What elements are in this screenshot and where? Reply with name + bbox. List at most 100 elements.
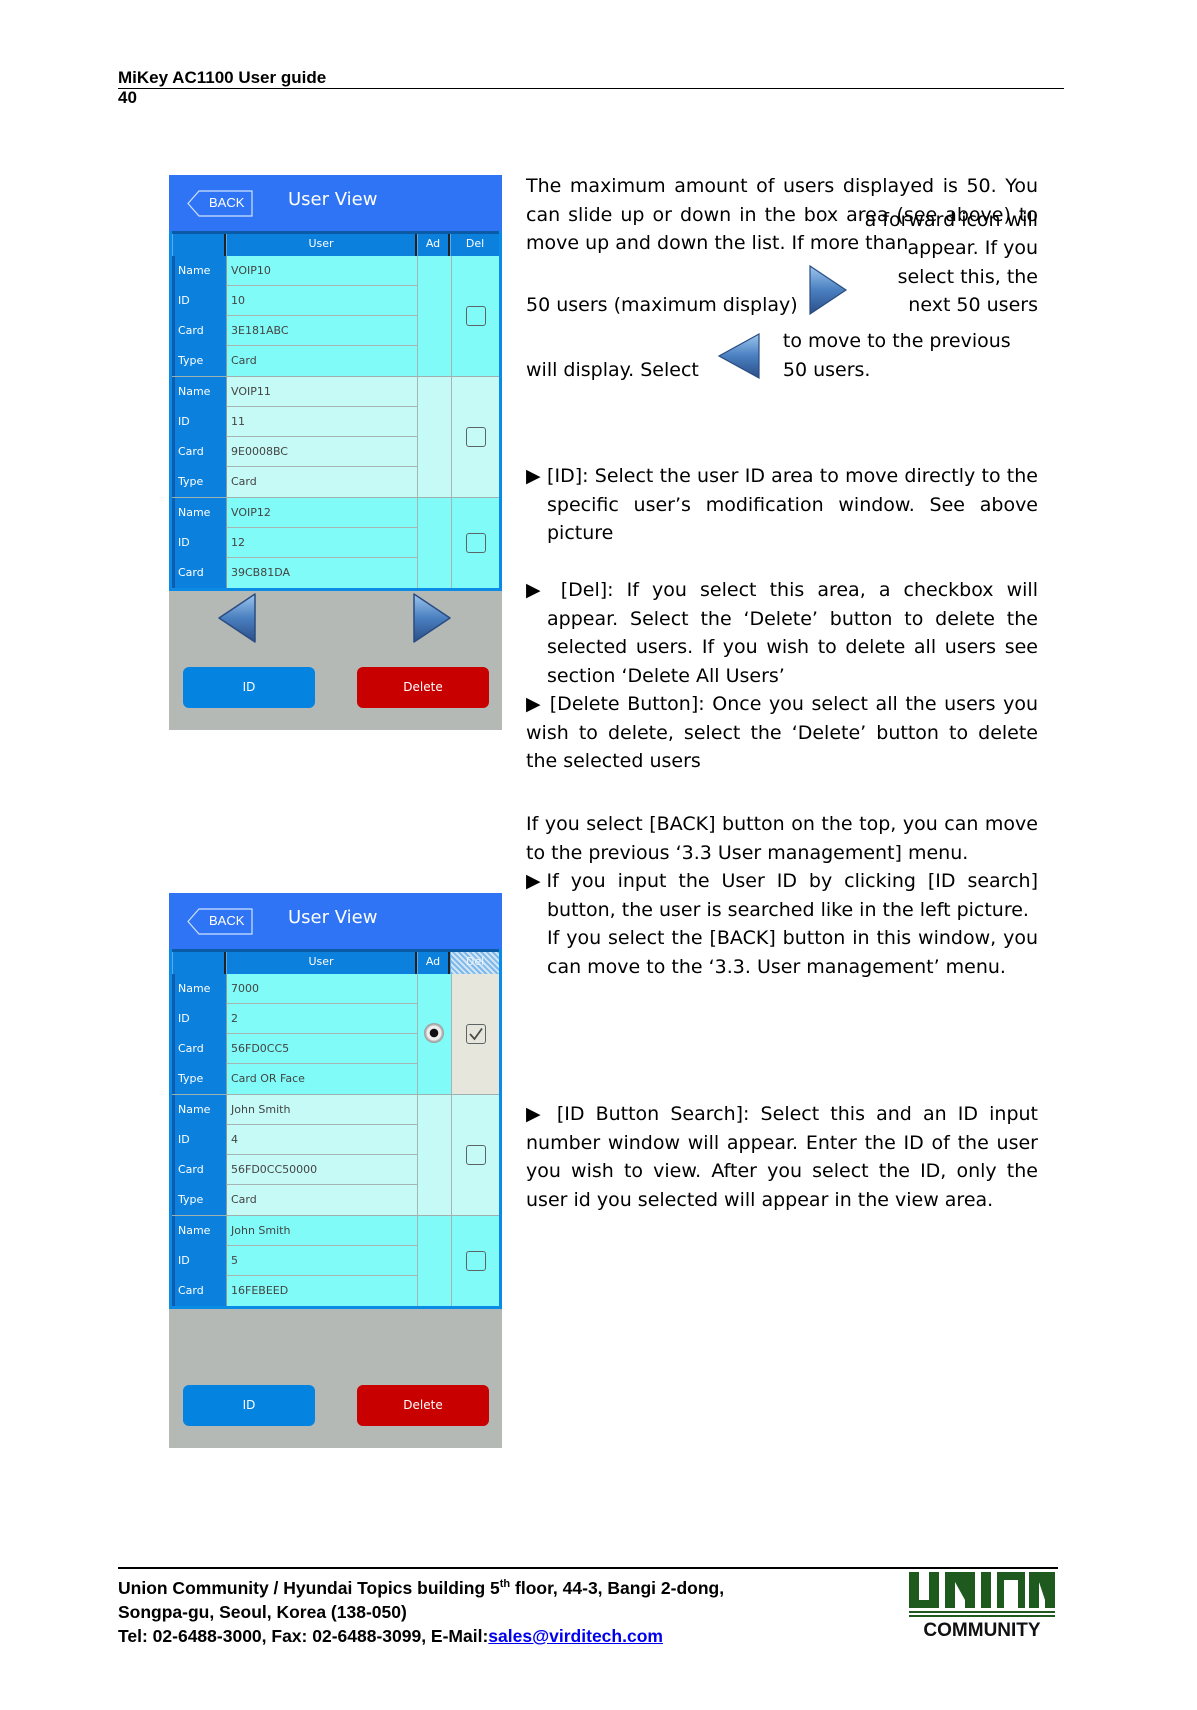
user-card: 16FEBEED: [226, 1276, 417, 1306]
back-button-label: BACK: [209, 195, 245, 210]
delete-cell[interactable]: [451, 1216, 499, 1306]
label-name: Name: [178, 264, 211, 277]
footer-text: Union Community / Hyundai Topics buildin…: [118, 1577, 500, 1598]
label-card: Card: [178, 1284, 204, 1297]
user-card: 39CB81DA: [226, 558, 417, 588]
id-search-button[interactable]: ID: [183, 1385, 315, 1426]
admin-cell: [417, 1095, 451, 1215]
field-values: VOIP11 11 9E0008BC Card: [226, 377, 417, 497]
user-type: Card: [226, 467, 417, 497]
title-bar: BACK User View: [169, 175, 502, 231]
label-id: ID: [178, 1133, 190, 1146]
delete-checkbox[interactable]: [465, 533, 486, 553]
user-record[interactable]: Name ID Card Type John Smith 4 56FD0CC50…: [172, 1095, 499, 1216]
bullet-text: ▶ [ID Button Search]: Select this and an…: [526, 1103, 1038, 1211]
label-card: Card: [178, 445, 204, 458]
delete-checkbox[interactable]: [465, 1251, 486, 1271]
delete-checkbox-checked[interactable]: [465, 1024, 486, 1044]
column-header-ad[interactable]: Ad: [417, 952, 450, 974]
column-header-blank: [172, 952, 226, 974]
table-header: User Ad Del: [172, 231, 499, 256]
field-labels: Name ID Card Type: [172, 377, 226, 497]
user-name: 7000: [226, 974, 417, 1004]
back-button[interactable]: BACK: [187, 908, 253, 935]
label-type: Type: [178, 354, 204, 367]
forward-arrow-icon[interactable]: [412, 592, 452, 644]
union-logo-icon: COMMUNITY: [909, 1572, 1055, 1641]
bullet-del: ▶ [Del]: If you select this area, a chec…: [526, 576, 1038, 776]
user-id[interactable]: 4: [226, 1125, 417, 1155]
user-type: Card: [226, 1185, 417, 1215]
back-button[interactable]: BACK: [187, 190, 253, 217]
user-record[interactable]: Name ID Card VOIP12 12 39CB81DA: [172, 498, 499, 588]
footer-line-1: Union Community / Hyundai Topics buildin…: [118, 1572, 724, 1600]
delete-cell[interactable]: [451, 256, 499, 376]
delete-checkbox[interactable]: [465, 427, 486, 447]
delete-cell[interactable]: [451, 1095, 499, 1215]
user-id[interactable]: 5: [226, 1246, 417, 1276]
title-bar: BACK User View: [169, 893, 502, 949]
field-labels: Name ID Card Type: [172, 974, 226, 1094]
admin-cell: [417, 498, 451, 588]
user-table[interactable]: User Ad Del Name ID Card Type 7000 2 56F…: [169, 949, 502, 1309]
user-name: VOIP12: [226, 498, 417, 528]
logo-community-text: COMMUNITY: [923, 1620, 1040, 1640]
column-header-user: User: [226, 952, 417, 974]
user-id[interactable]: 12: [226, 528, 417, 558]
document-title: MiKey AC1100 User guide: [118, 68, 327, 87]
paragraph-text: If you select the [BACK] button in this …: [547, 927, 1038, 978]
bullet-text: ▶ [Del]: If you select this area, a chec…: [526, 579, 1038, 687]
label-card: Card: [178, 1042, 204, 1055]
column-header-del[interactable]: Del: [450, 234, 499, 256]
footer-superscript: th: [499, 1578, 511, 1590]
user-record[interactable]: Name ID Card Type 7000 2 56FD0CC5 Card O…: [172, 974, 499, 1095]
previous-users-line: will display. Select to move to the prev…: [526, 328, 1038, 384]
user-record[interactable]: Name ID Card Type VOIP11 11 9E0008BC Car…: [172, 377, 499, 498]
user-name: John Smith: [226, 1216, 417, 1246]
back-arrow-icon: [717, 332, 760, 380]
field-values: John Smith 4 56FD0CC50000 Card: [226, 1095, 417, 1215]
user-card: 56FD0CC5: [226, 1034, 417, 1064]
delete-cell[interactable]: [451, 377, 499, 497]
column-header-del-selected[interactable]: Del: [450, 952, 499, 974]
paragraph-text: If you select [BACK] button on the top, …: [526, 813, 1038, 864]
bullet-text: ▶If you input the User ID by clicking [I…: [526, 870, 1038, 921]
user-table[interactable]: User Ad Del Name ID Card Type VOIP10 10 …: [169, 231, 502, 591]
label-card: Card: [178, 566, 204, 579]
bullet-id-search: ▶ [ID Button Search]: Select this and an…: [526, 1100, 1038, 1214]
page-number: 40: [118, 88, 137, 107]
delete-checkbox[interactable]: [465, 1145, 486, 1165]
user-id[interactable]: 10: [226, 286, 417, 316]
user-id[interactable]: 2: [226, 1004, 417, 1034]
user-record[interactable]: Name ID Card John Smith 5 16FEBEED: [172, 1216, 499, 1306]
delete-button[interactable]: Delete: [357, 667, 489, 708]
field-values: John Smith 5 16FEBEED: [226, 1216, 417, 1306]
delete-cell[interactable]: [451, 498, 499, 588]
back-arrow-icon[interactable]: [217, 592, 257, 644]
user-name: John Smith: [226, 1095, 417, 1125]
user-record[interactable]: Name ID Card Type VOIP10 10 3E181ABC Car…: [172, 256, 499, 377]
footer-text: Tel: 02-6488-3000, Fax: 02-6488-3099, E-…: [118, 1625, 489, 1646]
column-header-ad[interactable]: Ad: [417, 234, 450, 256]
delete-cell[interactable]: [451, 974, 499, 1094]
label-id: ID: [178, 1012, 190, 1025]
union-community-logo: COMMUNITY: [905, 1570, 1055, 1641]
column-header-user: User: [226, 234, 417, 256]
label-name: Name: [178, 506, 211, 519]
delete-button[interactable]: Delete: [357, 1385, 489, 1426]
label-name: Name: [178, 982, 211, 995]
user-type: Card OR Face: [226, 1064, 417, 1094]
back-button-label: BACK: [209, 913, 245, 928]
email-link[interactable]: sales@virditech.com: [488, 1626, 663, 1646]
user-type: Card: [226, 346, 417, 376]
delete-checkbox[interactable]: [465, 306, 486, 326]
label-id: ID: [178, 1254, 190, 1267]
bullet-text: ▶ [ID]: Select the user ID area to move …: [526, 465, 1038, 544]
user-id[interactable]: 11: [226, 407, 417, 437]
label-name: Name: [178, 385, 211, 398]
id-search-button[interactable]: ID: [183, 667, 315, 708]
table-header: User Ad Del: [172, 949, 499, 974]
label-card: Card: [178, 1163, 204, 1176]
label-name: Name: [178, 1224, 211, 1237]
label-type: Type: [178, 475, 204, 488]
